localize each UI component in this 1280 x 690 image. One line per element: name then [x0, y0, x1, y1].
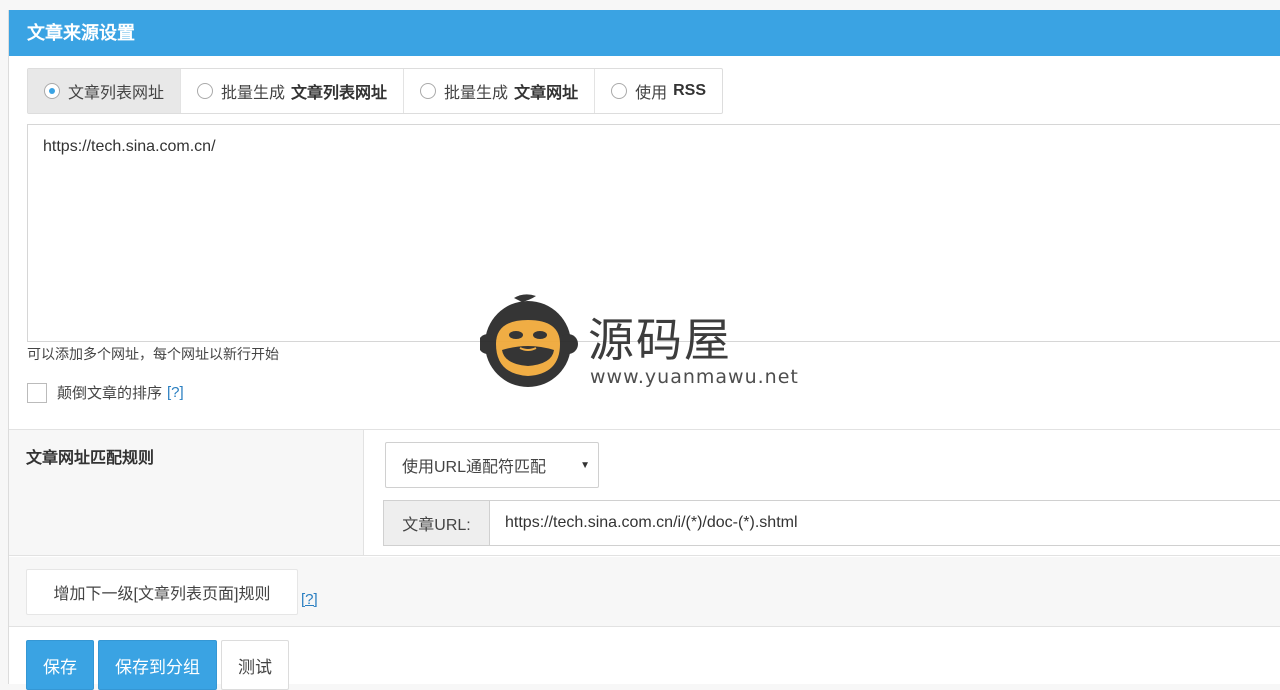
tab-label-bold: RSS	[673, 82, 706, 99]
tab-label: 批量生成	[221, 85, 286, 102]
article-url-input-group: 文章URL: https://tech.sina.com.cn/i/(*)/do…	[383, 500, 1280, 546]
reverse-order-row: 颠倒文章的排序 [?]	[27, 382, 184, 403]
reverse-order-label: 颠倒文章的排序	[57, 385, 163, 402]
watermark: 源码屋 www.yuanmawu.net	[478, 290, 810, 394]
reverse-order-help-link[interactable]: [?]	[167, 384, 184, 401]
tab-use-rss[interactable]: 使用 RSS	[595, 69, 722, 113]
match-mode-select[interactable]: 使用URL通配符匹配 ▼	[385, 442, 599, 488]
add-next-level-button[interactable]: 增加下一级[文章列表页面]规则	[26, 569, 298, 615]
watermark-name: 源码屋	[588, 313, 732, 367]
url-match-rule-section: 文章网址匹配规则 使用URL通配符匹配 ▼ 文章URL: https://tec…	[9, 429, 1280, 556]
save-to-group-button[interactable]: 保存到分组	[98, 640, 217, 690]
watermark-url: www.yuanmawu.net	[590, 366, 799, 388]
radio-icon[interactable]	[611, 83, 628, 99]
next-level-section: 增加下一级[文章列表页面]规则 [?]	[9, 557, 1280, 627]
rule-label: 文章网址匹配规则	[26, 450, 155, 467]
match-mode-value: 使用URL通配符匹配	[402, 459, 547, 476]
tab-label-bold: 文章网址	[514, 85, 579, 102]
next-level-help-link[interactable]: [?]	[301, 591, 318, 608]
test-button[interactable]: 测试	[221, 640, 289, 690]
tab-label-bold: 文章列表网址	[291, 85, 388, 102]
article-url-input[interactable]: https://tech.sina.com.cn/i/(*)/doc-(*).s…	[490, 501, 1280, 545]
monkey-logo-icon	[478, 294, 578, 387]
tab-batch-article-url[interactable]: 批量生成 文章网址	[404, 69, 596, 113]
tab-article-list-url[interactable]: 文章列表网址	[28, 69, 182, 113]
tab-label: 文章列表网址	[68, 85, 165, 102]
tab-label: 批量生成	[444, 85, 509, 102]
radio-icon[interactable]	[197, 83, 214, 99]
tab-batch-list-url[interactable]: 批量生成 文章列表网址	[181, 69, 405, 113]
radio-checked-icon[interactable]	[44, 83, 60, 99]
source-type-tabs: 文章列表网址 批量生成 文章列表网址 批量生成 文章网址 使用 RSS	[27, 68, 723, 114]
top-strip	[0, 0, 1280, 10]
panel-title: 文章来源设置	[9, 10, 1280, 56]
rule-label-cell: 文章网址匹配规则	[9, 430, 364, 555]
tab-label: 使用	[635, 85, 668, 102]
multi-url-hint: 可以添加多个网址，每个网址以新行开始	[27, 346, 279, 362]
reverse-order-checkbox[interactable]	[27, 382, 47, 403]
caret-down-icon: ▼	[580, 460, 590, 471]
save-button[interactable]: 保存	[26, 640, 94, 690]
article-url-addon: 文章URL:	[384, 501, 490, 545]
footer-buttons: 保存 保存到分组 测试	[26, 640, 289, 690]
radio-icon[interactable]	[420, 83, 437, 99]
